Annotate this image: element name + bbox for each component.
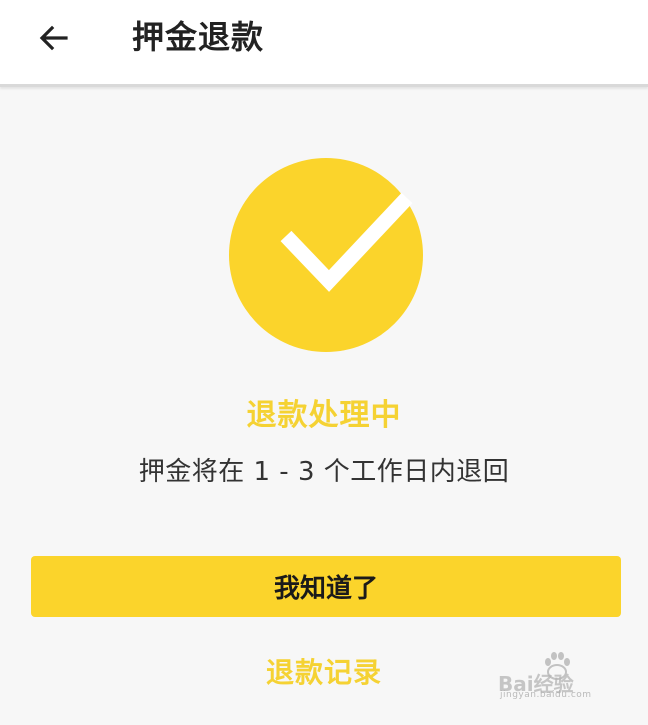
refund-records-link[interactable]: 退款记录 [0, 651, 648, 691]
watermark-subtext: jingyan.baidu.com [500, 690, 592, 700]
top-bar: 押金退款 [0, 0, 648, 87]
check-circle-icon [229, 158, 423, 352]
page-title: 押金退款 [132, 18, 265, 56]
status-description: 押金将在 1 - 3 个工作日内退回 [138, 457, 510, 487]
arrow-left-icon [39, 25, 68, 51]
back-button[interactable] [30, 14, 78, 62]
status-title: 退款处理中 [246, 398, 402, 433]
confirm-button[interactable]: 我知道了 [31, 556, 621, 617]
